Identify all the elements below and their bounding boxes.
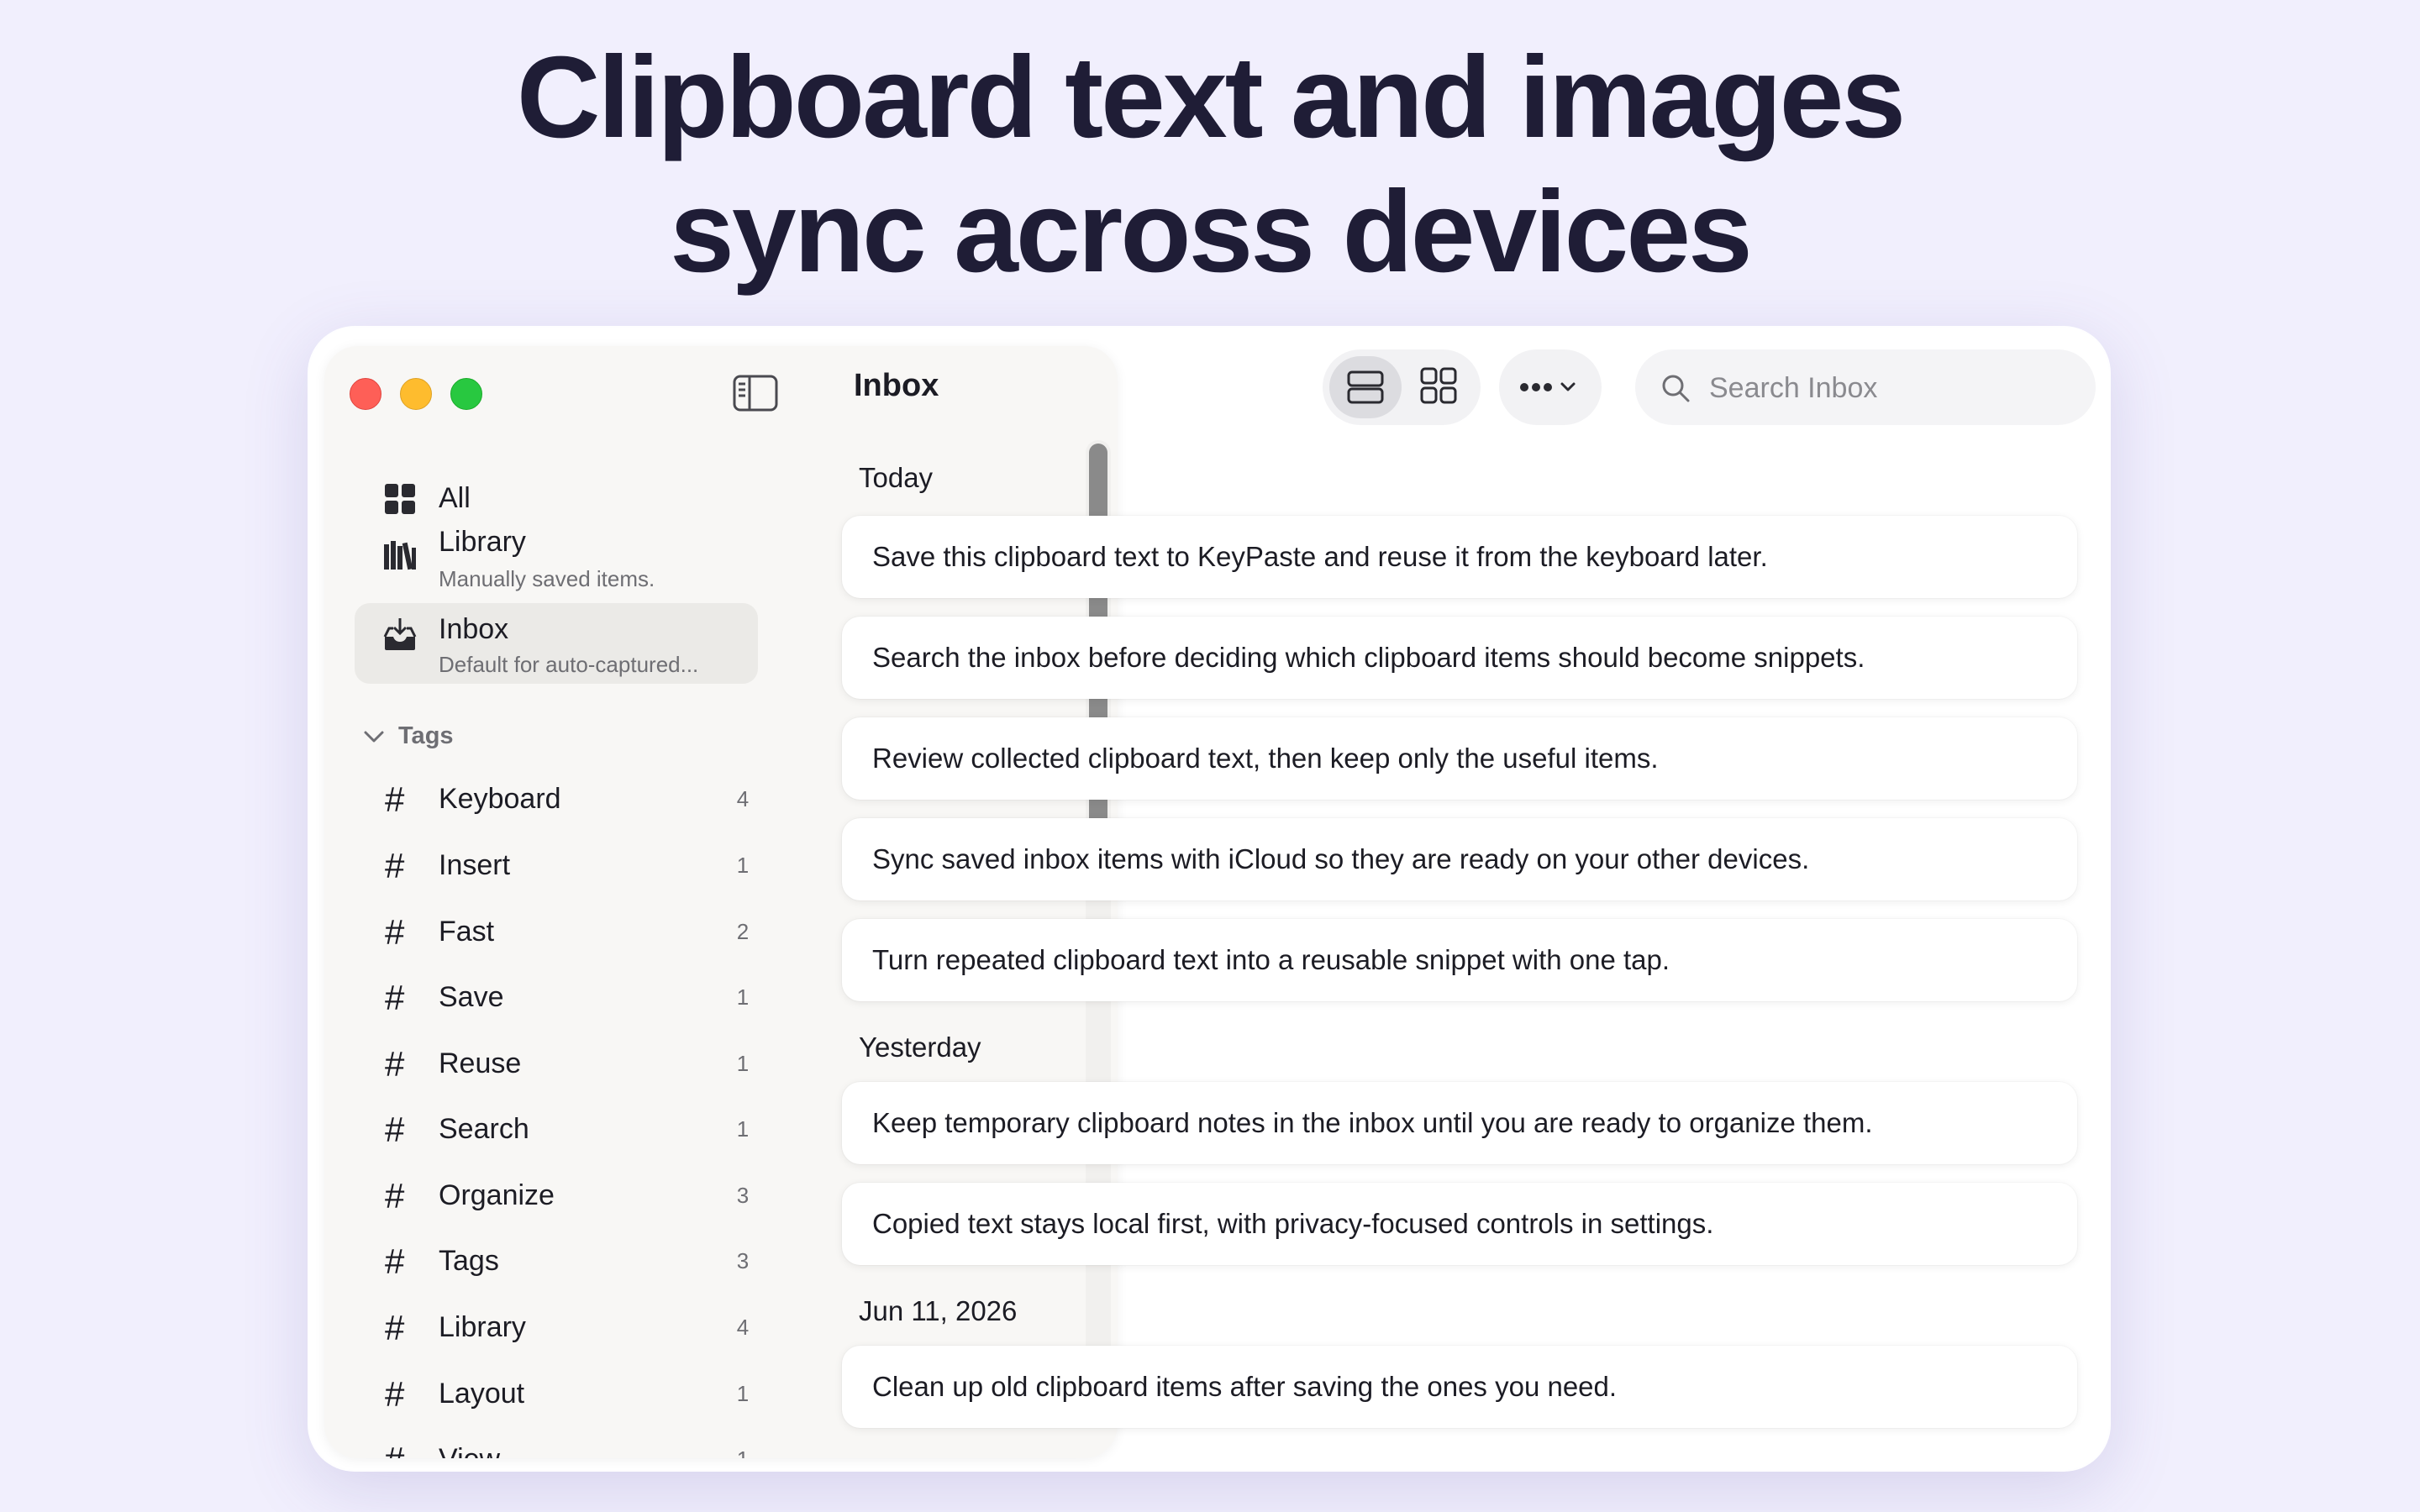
inbox-tray-icon <box>381 617 418 654</box>
clipboard-item-text: Sync saved inbox items with iCloud so th… <box>872 843 1810 874</box>
tag-count: 1 <box>736 1116 750 1142</box>
hashtag-icon: # <box>385 1440 404 1458</box>
hashtag-icon: # <box>385 1242 405 1281</box>
clipboard-item-text: Search the inbox before deciding which c… <box>872 642 1865 673</box>
clipboard-item[interactable]: Keep temporary clipboard notes in the in… <box>842 1082 2077 1164</box>
clipboard-item[interactable]: Clean up old clipboard items after savin… <box>842 1346 2077 1428</box>
hashtag-icon: # <box>385 978 405 1017</box>
close-button[interactable] <box>350 378 381 410</box>
sidebar-toggle-icon[interactable] <box>733 375 778 412</box>
search-input[interactable] <box>1707 365 2072 412</box>
list-view-icon <box>1347 370 1384 404</box>
tag-count: 1 <box>736 1381 750 1406</box>
ellipsis-chevron-icon <box>1520 382 1576 391</box>
clipboard-item-text: Clean up old clipboard items after savin… <box>872 1371 1618 1402</box>
hashtag-icon: # <box>385 1374 405 1414</box>
tag-item[interactable]: # View 1 <box>355 1433 1060 1458</box>
sidebar-item-label: Library <box>439 526 526 558</box>
tag-count: 1 <box>736 1051 750 1076</box>
sidebar-item-inbox[interactable]: Inbox Default for auto-captured... <box>355 603 758 684</box>
clipboard-item-text: Turn repeated clipboard text into a reus… <box>872 944 1670 975</box>
clipboard-item-text: Review collected clipboard text, then ke… <box>872 743 1659 774</box>
tag-name: Insert <box>439 849 511 881</box>
search-field <box>1635 349 2096 425</box>
app-window: All Library Manually saved items. Inbox … <box>309 328 2109 1470</box>
hashtag-icon: # <box>385 1044 405 1084</box>
tag-name: View <box>439 1443 500 1458</box>
tag-name: Fast <box>439 916 495 948</box>
grid-view-button[interactable] <box>1415 362 1465 417</box>
tag-name: Tags <box>439 1245 499 1277</box>
clipboard-item-text: Copied text stays local first, with priv… <box>872 1208 1714 1239</box>
tag-name: Save <box>439 981 504 1013</box>
tag-count: 4 <box>736 786 750 811</box>
tag-count: 1 <box>726 1446 760 1458</box>
grid-view-icon <box>1420 367 1457 404</box>
sidebar-item-subtitle: Default for auto-captured... <box>439 652 699 677</box>
minimize-button[interactable] <box>400 378 432 410</box>
clipboard-item-text: Keep temporary clipboard notes in the in… <box>872 1107 1873 1138</box>
clipboard-item[interactable]: Copied text stays local first, with priv… <box>842 1183 2077 1265</box>
hashtag-icon: # <box>385 1308 405 1347</box>
section-header-yesterday: Yesterday <box>859 1032 981 1063</box>
hashtag-icon: # <box>385 1110 405 1149</box>
section-header-today: Today <box>859 462 934 493</box>
clipboard-item[interactable]: Sync saved inbox items with iCloud so th… <box>842 818 2077 900</box>
sidebar-item-label: Inbox <box>439 613 509 645</box>
headline-line-2: sync across devices <box>670 167 1753 297</box>
books-icon <box>381 536 418 573</box>
section-header-date: Jun 11, 2026 <box>859 1295 1018 1326</box>
tag-count: 1 <box>736 984 750 1010</box>
headline-line-1: Clipboard text and images <box>516 33 1906 162</box>
clipboard-item-text: Save this clipboard text to KeyPaste and… <box>872 541 1768 572</box>
tag-count: 2 <box>736 919 750 944</box>
hashtag-icon: # <box>385 1176 405 1215</box>
chevron-down-icon <box>361 724 387 749</box>
clipboard-item[interactable]: Turn repeated clipboard text into a reus… <box>842 919 2077 1001</box>
clipboard-item[interactable]: Review collected clipboard text, then ke… <box>842 717 2077 800</box>
tag-name: Organize <box>439 1179 555 1211</box>
clipboard-item[interactable]: Search the inbox before deciding which c… <box>842 617 2077 699</box>
view-mode-toggle <box>1323 349 1481 425</box>
list-view-button[interactable] <box>1329 356 1402 418</box>
tag-name: Library <box>439 1311 526 1343</box>
tag-count: 3 <box>736 1183 750 1208</box>
tag-name: Keyboard <box>439 783 561 815</box>
sidebar: All Library Manually saved items. Inbox … <box>324 346 1118 1458</box>
hashtag-icon: # <box>385 912 405 952</box>
tag-count: 4 <box>736 1315 750 1340</box>
zoom-button[interactable] <box>450 378 482 410</box>
tag-name: Search <box>439 1113 529 1145</box>
tag-name: Layout <box>439 1378 525 1410</box>
headline: Clipboard text and images sync across de… <box>0 30 2420 299</box>
more-options-button[interactable] <box>1499 349 1602 425</box>
sidebar-item-library[interactable]: Library Manually saved items. <box>355 511 758 598</box>
tag-name: Reuse <box>439 1047 522 1079</box>
page-title: Inbox <box>854 368 939 403</box>
hashtag-icon: # <box>385 780 405 819</box>
tag-count: 3 <box>736 1248 750 1273</box>
hashtag-icon: # <box>385 846 405 885</box>
tag-count: 1 <box>736 853 750 878</box>
tags-header-label: Tags <box>398 722 454 749</box>
search-icon <box>1662 375 1690 402</box>
clipboard-item[interactable]: Save this clipboard text to KeyPaste and… <box>842 516 2077 598</box>
sidebar-item-subtitle: Manually saved items. <box>439 566 655 591</box>
